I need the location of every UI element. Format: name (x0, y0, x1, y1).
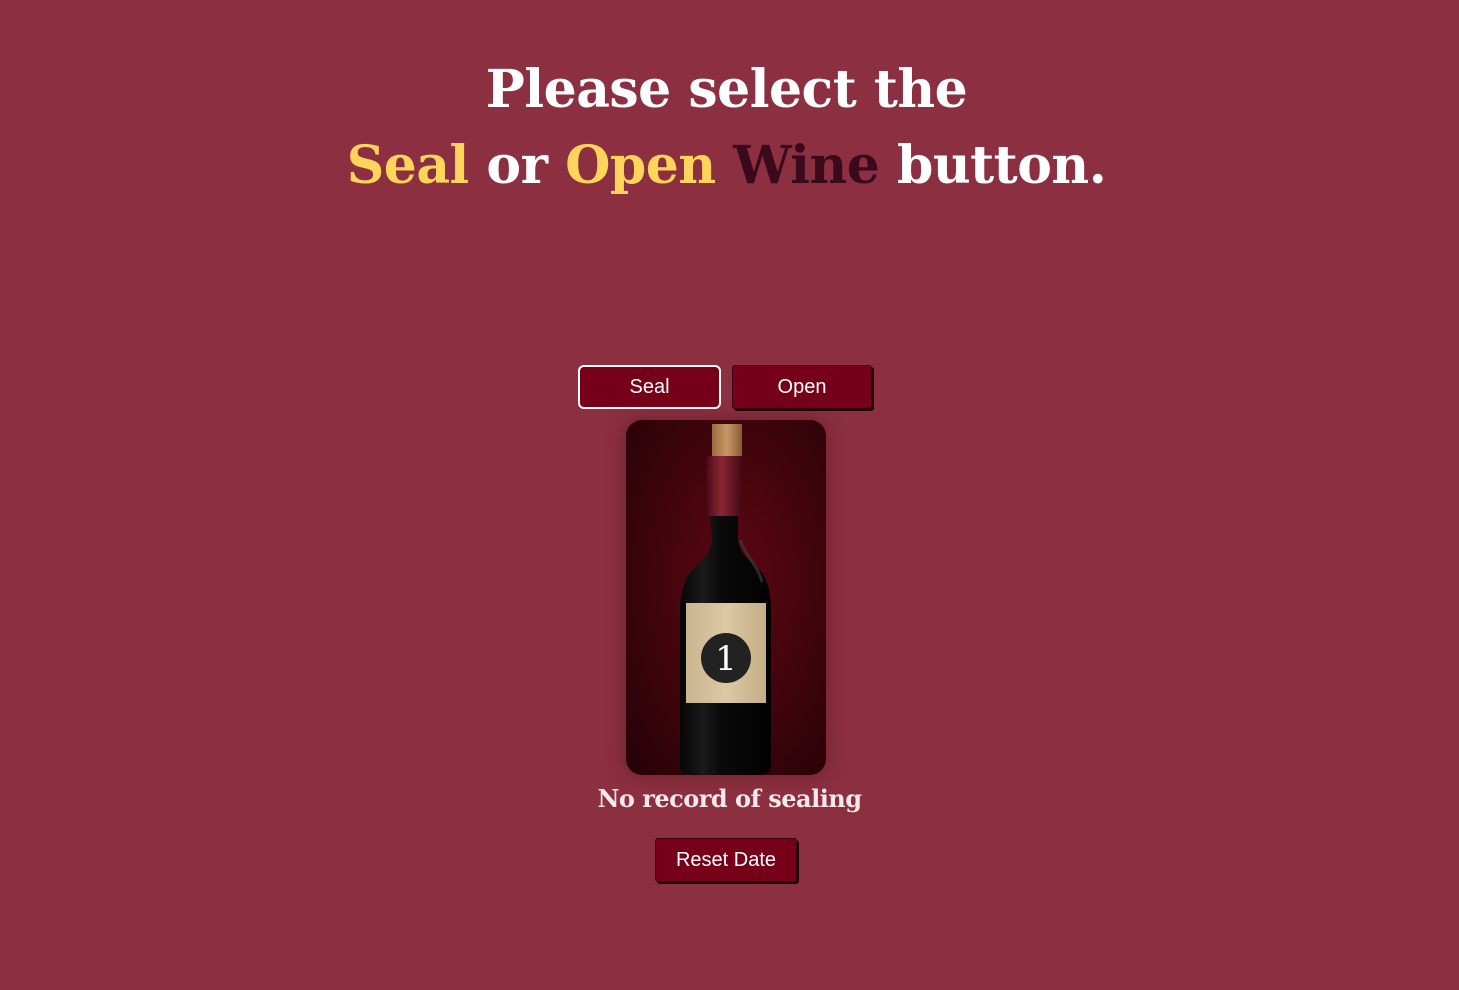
seal-button[interactable]: Seal (578, 365, 721, 409)
title-line-2: Seal or Open Wine button. (0, 128, 1459, 204)
title-line-1: Please select the (485, 59, 968, 120)
open-button[interactable]: Open (732, 365, 872, 409)
title-word-or: or (486, 135, 548, 196)
title-word-open: Open (565, 135, 716, 196)
label-number: 1 (715, 639, 737, 679)
page: Please select the Seal or Open Wine butt… (0, 0, 1459, 990)
action-button-row: Seal Open (577, 365, 877, 411)
wine-bottle-icon: 1 (680, 424, 771, 775)
page-title: Please select the Seal or Open Wine butt… (0, 52, 1459, 204)
sealing-status-text: No record of sealing (597, 784, 862, 813)
wine-bottle-image: 1 (626, 420, 826, 775)
title-word-seal: Seal (346, 135, 470, 196)
title-word-wine: Wine (733, 135, 880, 196)
bottle-capsule (706, 456, 744, 516)
reset-date-button[interactable]: Reset Date (655, 838, 797, 882)
cork-shape (712, 424, 742, 458)
title-word-button: button. (897, 135, 1107, 196)
